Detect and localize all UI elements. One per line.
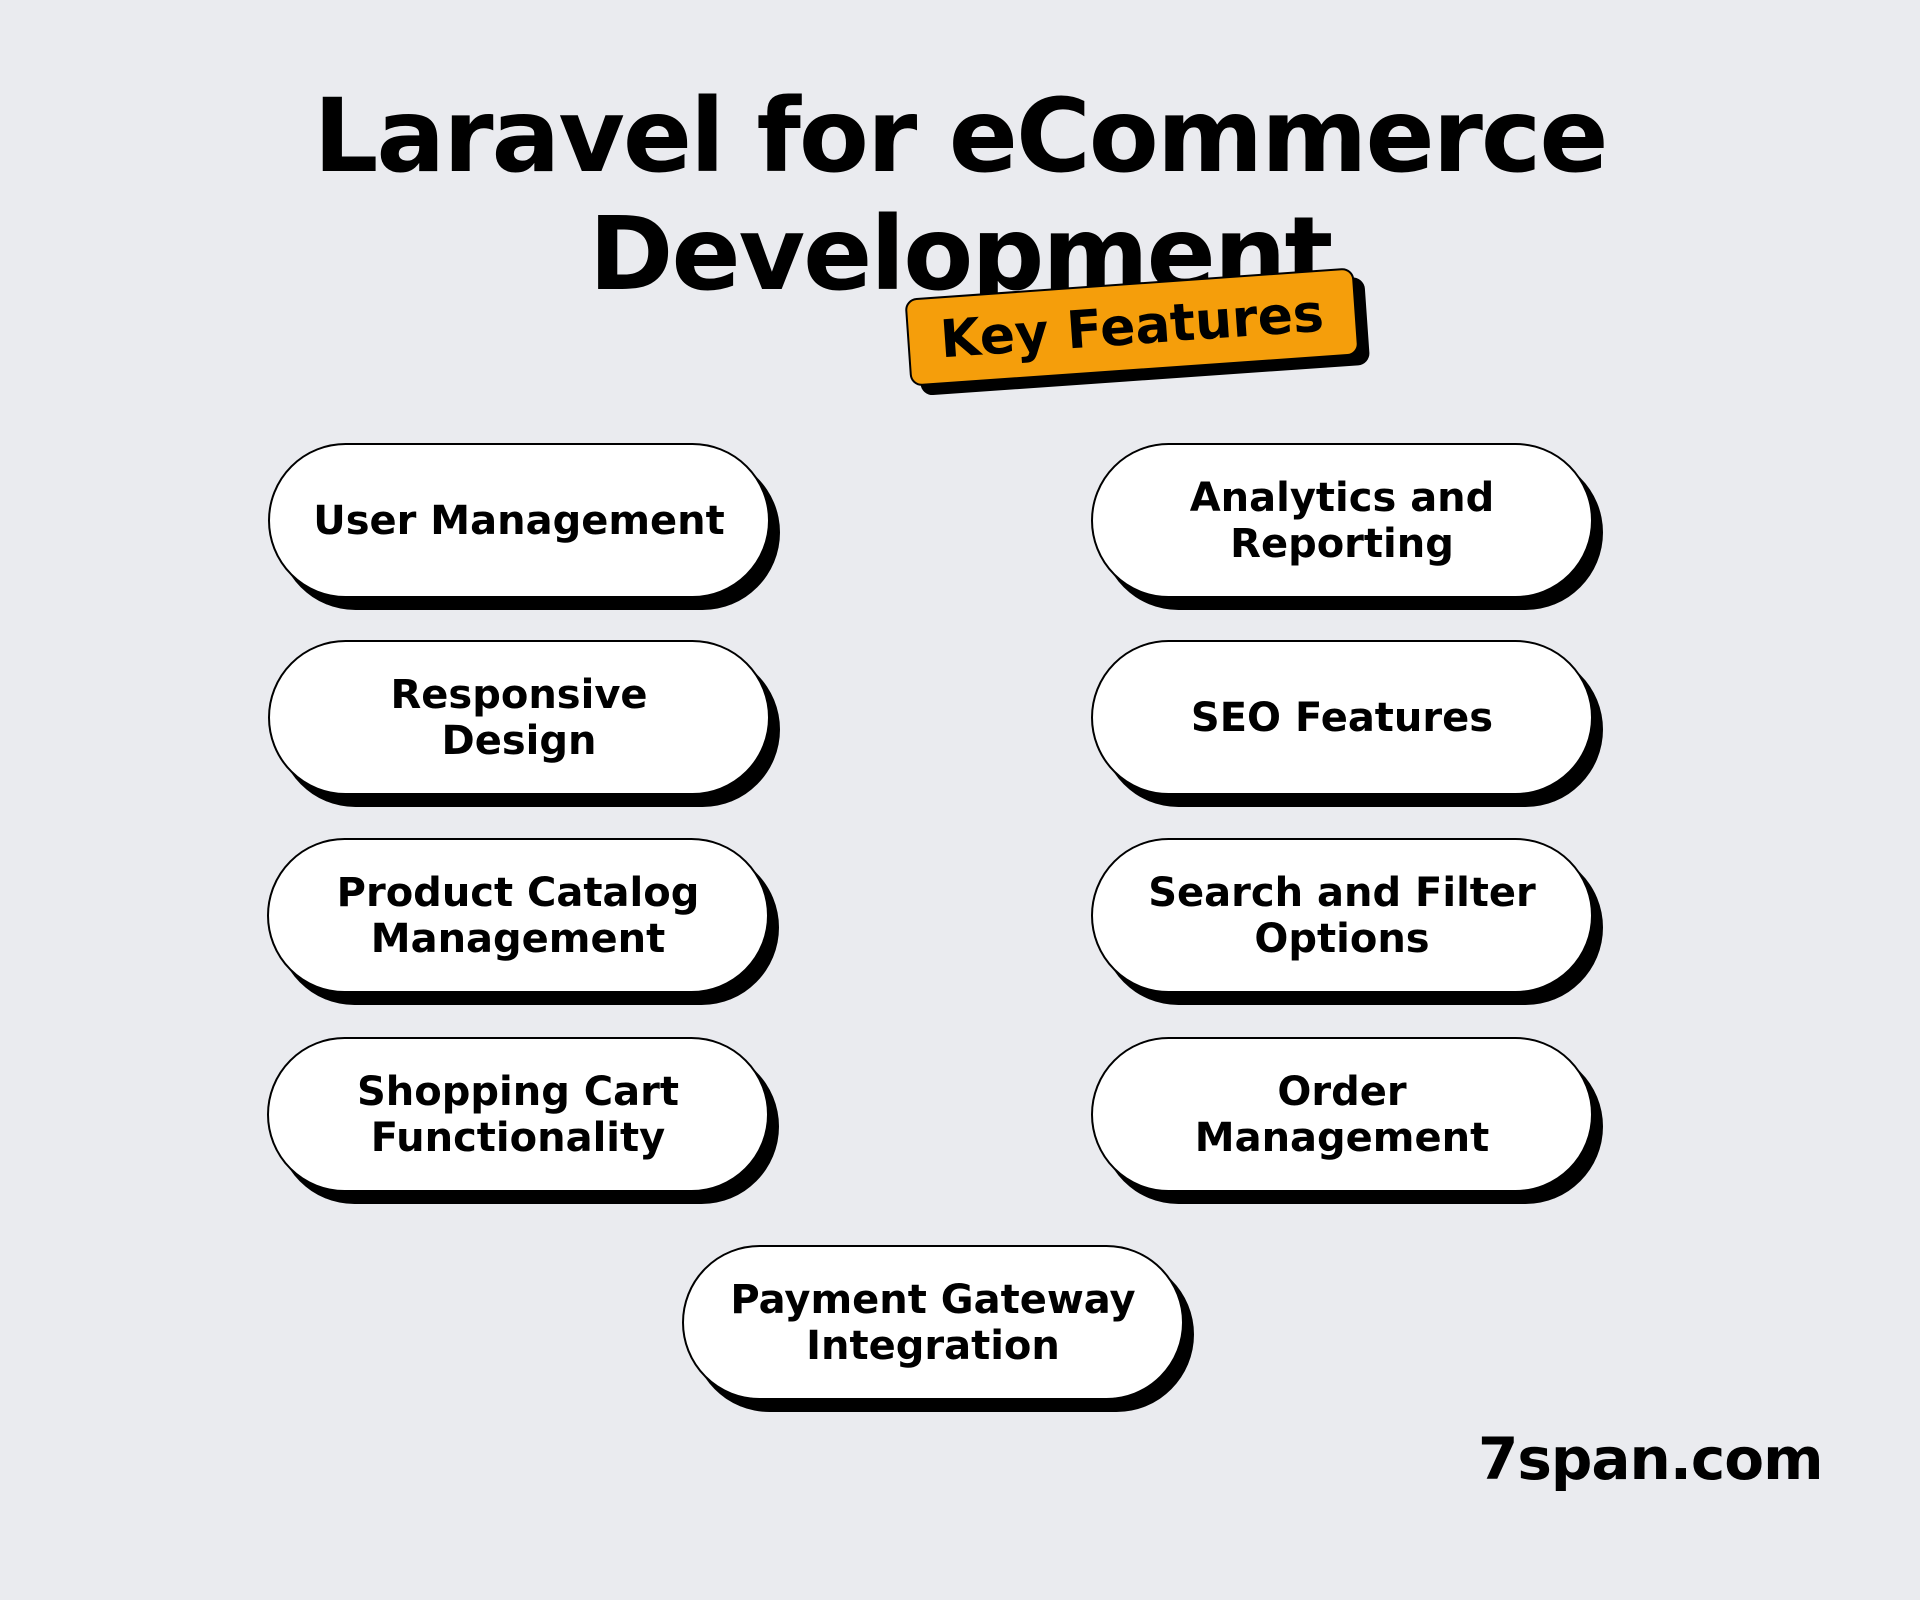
- feature-pill-product-catalog: Product Catalog Management: [267, 838, 779, 1005]
- feature-label: Payment Gateway Integration: [682, 1245, 1184, 1400]
- feature-pill-payment-gateway: Payment Gateway Integration: [682, 1245, 1194, 1412]
- feature-label: Search and Filter Options: [1091, 838, 1593, 993]
- feature-label: Analytics and Reporting: [1091, 443, 1593, 598]
- feature-label: Responsive Design: [268, 640, 770, 795]
- feature-label: Product Catalog Management: [267, 838, 769, 993]
- feature-label: SEO Features: [1091, 640, 1593, 795]
- page-title: Laravel for eCommerce Development: [0, 78, 1920, 314]
- brand-watermark: 7span.com: [1478, 1425, 1824, 1493]
- title-line-1: Laravel for eCommerce: [313, 77, 1608, 196]
- feature-pill-seo: SEO Features: [1091, 640, 1603, 807]
- feature-pill-analytics: Analytics and Reporting: [1091, 443, 1603, 610]
- feature-label: Order Management: [1091, 1037, 1593, 1192]
- feature-pill-user-management: User Management: [268, 443, 780, 610]
- feature-label: Shopping Cart Functionality: [267, 1037, 769, 1192]
- feature-pill-search-filter: Search and Filter Options: [1091, 838, 1603, 1005]
- feature-pill-shopping-cart: Shopping Cart Functionality: [267, 1037, 779, 1204]
- feature-label: User Management: [268, 443, 770, 598]
- feature-pill-responsive-design: Responsive Design: [268, 640, 780, 807]
- feature-pill-order-management: Order Management: [1091, 1037, 1603, 1204]
